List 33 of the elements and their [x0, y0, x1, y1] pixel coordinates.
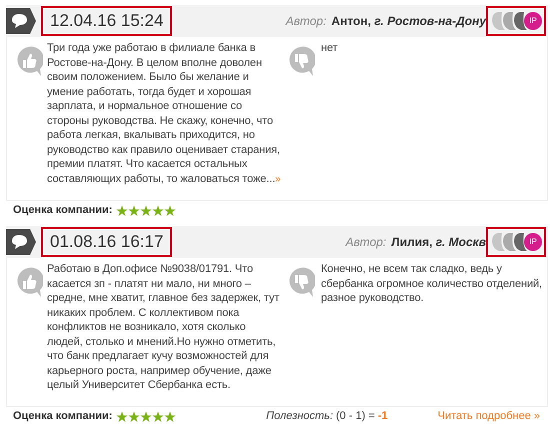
pros-text: Работаю в Доп.офисе №9038/01791. Что касается зп - платят ни мало, ни много – средне, мне хватит, главное без задержек, тут никаких проблем. С коллективом пока конфликтов не возникало, хотя сколько людей, столько и мнений.Но нужно отметить, что банк предлагает кучу возможностей для карьерного роста, например обучение, даже целый Университет Сбербанка есть.: [47, 262, 280, 393]
star-icon: [140, 410, 152, 422]
author-name: Лилия, г. Москв: [391, 234, 486, 251]
author-label: Автор:: [346, 234, 386, 251]
profile-silhouettes-icon: [490, 11, 528, 31]
review-date: 01.08.16 16:17: [41, 227, 172, 257]
profile-silhouettes-icon: [490, 232, 528, 252]
pros-text: Три года уже работаю в филиале банка в Ростове-на-Дону. В целом вполне доволен своим положением. Было бы желание и умение работать, тогда будет и хорошая зарплата, и нормальное отношение со стороны руководства. Не скажу, конечно, что работа легкая, вкалывать приходится, но руководство как правило оценивает старания, премии платят. Что касается остальных составляющих работы, то жаловаться тоже...»: [47, 41, 281, 186]
speech-bubble-icon: [6, 8, 36, 34]
rating-label: Оценка компании:: [13, 203, 112, 218]
cons-text: нет: [321, 41, 339, 56]
ip-badge: IP: [524, 233, 542, 251]
rating-label: Оценка компании:: [13, 409, 112, 424]
star-icon: [116, 204, 128, 216]
read-more-link[interactable]: Читать подробнее »: [438, 408, 540, 425]
author-name: Антон, г. Ростов-на-Дону: [331, 13, 486, 30]
star-icon: [152, 410, 164, 422]
cons-text: Конечно, не всем так сладко, ведь у сбербанка огромное количество отделений, разное руководство.: [321, 262, 544, 306]
speech-bubble-icon: [6, 229, 36, 255]
ip-badge: IP: [524, 12, 542, 30]
author-label: Автор:: [286, 13, 326, 30]
star-icon: [128, 204, 140, 216]
star-icon: [140, 204, 152, 216]
star-icon: [128, 410, 140, 422]
usefulness-value: -1: [378, 409, 388, 424]
review-date: 12.04.16 15:24: [41, 6, 172, 36]
star-icon: [164, 410, 176, 422]
star-icon: [152, 204, 164, 216]
usefulness-label: Полезность:: [266, 409, 334, 424]
more-link[interactable]: »: [275, 174, 281, 184]
star-icon: [116, 410, 128, 422]
usefulness-formula: (0 - 1) =: [336, 409, 375, 424]
star-icon: [164, 204, 176, 216]
